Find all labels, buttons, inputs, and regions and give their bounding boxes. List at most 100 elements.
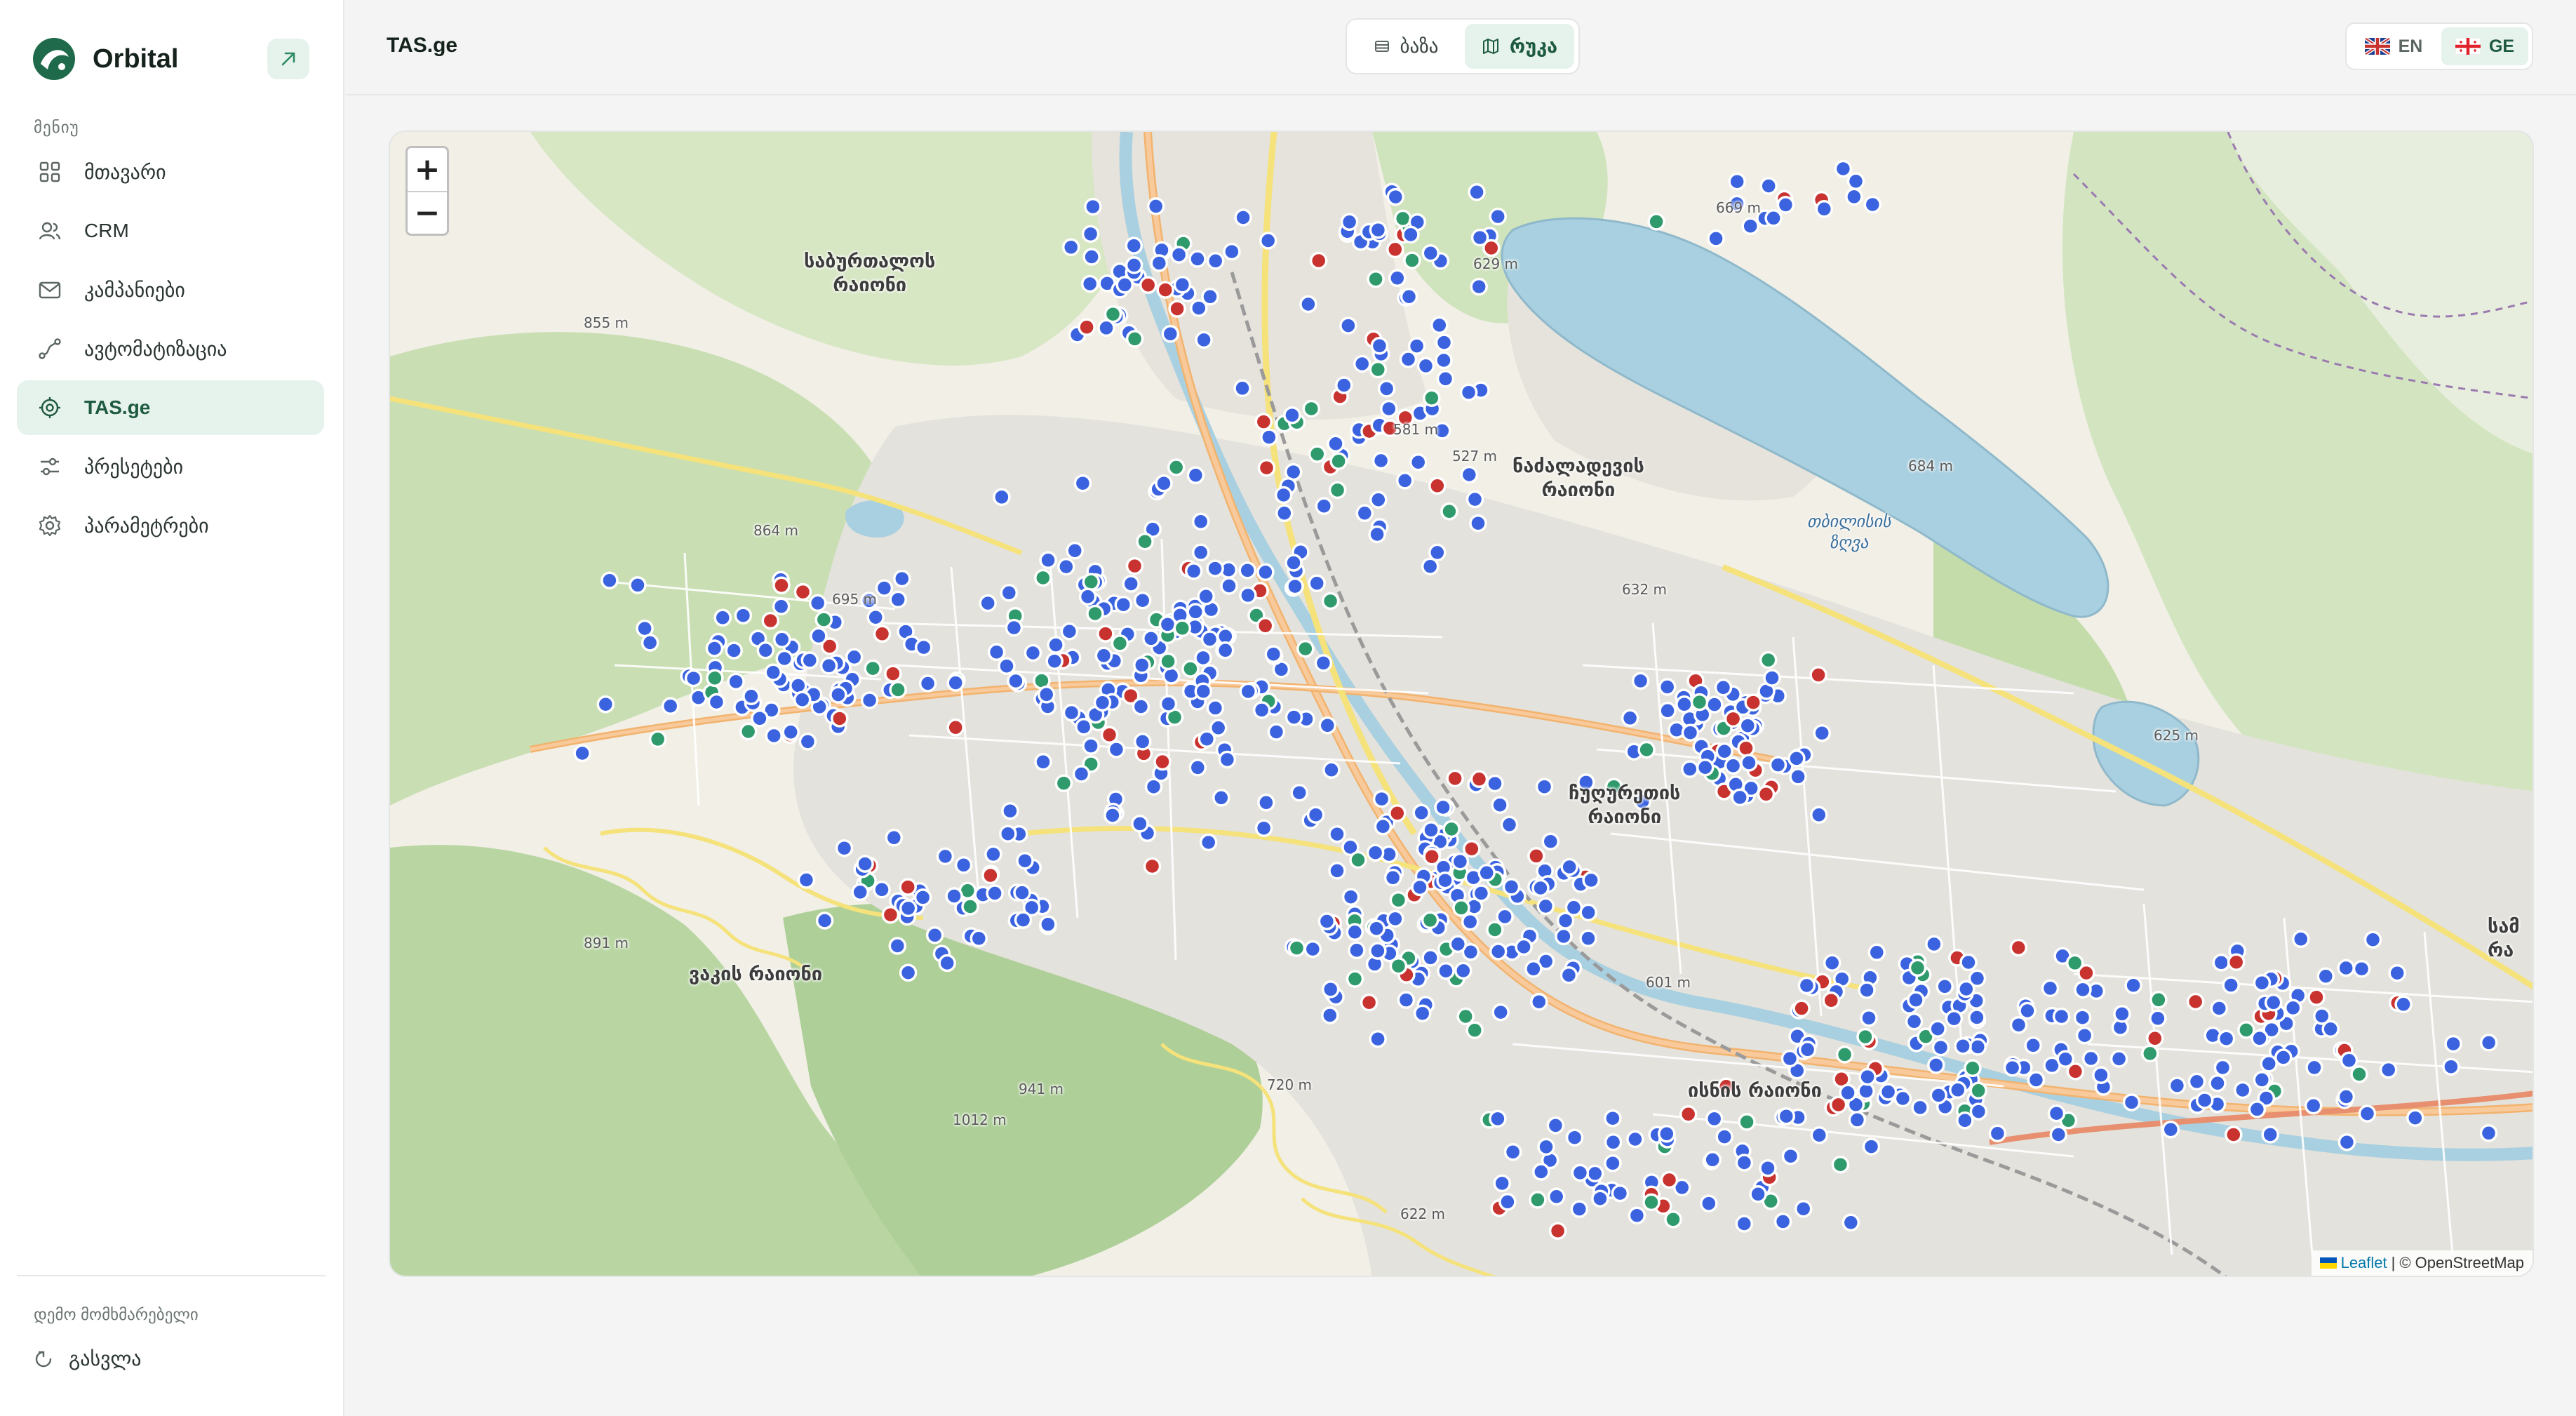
tender-marker[interactable] bbox=[1329, 452, 1348, 470]
tender-marker[interactable] bbox=[1848, 1111, 1867, 1129]
tender-marker[interactable] bbox=[1531, 879, 1550, 897]
tender-marker[interactable] bbox=[1173, 276, 1192, 294]
tender-marker[interactable] bbox=[1267, 723, 1286, 741]
tender-marker[interactable] bbox=[1548, 1222, 1567, 1240]
tender-marker[interactable] bbox=[1532, 1163, 1550, 1181]
tender-marker[interactable] bbox=[1637, 740, 1656, 759]
tender-marker[interactable] bbox=[1705, 1109, 1724, 1128]
tender-marker[interactable] bbox=[1472, 884, 1491, 902]
tender-marker[interactable] bbox=[1024, 643, 1042, 662]
tender-marker[interactable] bbox=[1969, 1102, 1988, 1121]
tender-marker[interactable] bbox=[1078, 318, 1096, 336]
tender-marker[interactable] bbox=[1759, 177, 1778, 195]
tender-marker[interactable] bbox=[2304, 1096, 2323, 1115]
tender-marker[interactable] bbox=[2217, 1029, 2236, 1048]
tender-marker[interactable] bbox=[1327, 434, 1345, 453]
tender-marker[interactable] bbox=[2307, 988, 2326, 1006]
tender-marker[interactable] bbox=[1367, 269, 1385, 288]
tender-marker[interactable] bbox=[1664, 1210, 1682, 1229]
tender-marker[interactable] bbox=[1386, 909, 1404, 928]
tender-marker[interactable] bbox=[1571, 1163, 1590, 1182]
tender-marker[interactable] bbox=[946, 674, 965, 692]
tender-marker[interactable] bbox=[1254, 819, 1273, 837]
leaflet-link[interactable]: Leaflet bbox=[2341, 1254, 2387, 1272]
tender-marker[interactable] bbox=[1368, 525, 1386, 544]
tender-marker[interactable] bbox=[1503, 1142, 1522, 1161]
tender-marker[interactable] bbox=[1216, 641, 1235, 660]
tender-marker[interactable] bbox=[2074, 980, 2092, 999]
tender-marker[interactable] bbox=[1731, 788, 1749, 807]
tender-marker[interactable] bbox=[1498, 1193, 1517, 1211]
tender-marker[interactable] bbox=[2253, 1071, 2272, 1089]
tender-marker[interactable] bbox=[899, 878, 917, 896]
tender-marker[interactable] bbox=[1621, 709, 1639, 728]
tender-marker[interactable] bbox=[885, 829, 904, 847]
tender-marker[interactable] bbox=[1206, 559, 1224, 577]
tender-marker[interactable] bbox=[1867, 943, 1886, 962]
tender-marker[interactable] bbox=[1397, 991, 1416, 1009]
tender-marker[interactable] bbox=[1161, 325, 1180, 343]
tender-marker[interactable] bbox=[1054, 774, 1073, 792]
tender-marker[interactable] bbox=[2264, 994, 2283, 1012]
tender-marker[interactable] bbox=[946, 718, 965, 737]
tender-marker[interactable] bbox=[1302, 399, 1321, 418]
tender-marker[interactable] bbox=[1274, 486, 1293, 505]
tender-marker[interactable] bbox=[1084, 197, 1102, 216]
tender-marker[interactable] bbox=[640, 634, 659, 652]
tender-marker[interactable] bbox=[1585, 1164, 1604, 1183]
tender-marker[interactable] bbox=[1957, 980, 1975, 998]
tender-marker[interactable] bbox=[1060, 622, 1079, 641]
sidebar-item-campaigns[interactable]: კამპანიები bbox=[17, 262, 324, 317]
tender-marker[interactable] bbox=[1039, 915, 1057, 934]
osm-attribution[interactable]: © OpenStreetMap bbox=[2399, 1254, 2524, 1272]
tender-marker[interactable] bbox=[1369, 942, 1387, 960]
tender-marker[interactable] bbox=[1794, 1199, 1813, 1218]
tender-marker[interactable] bbox=[1328, 862, 1346, 880]
tender-marker[interactable] bbox=[1143, 857, 1162, 876]
view-map-button[interactable]: რუკა bbox=[1465, 24, 1574, 69]
tender-marker[interactable] bbox=[1039, 551, 1057, 570]
tender-marker[interactable] bbox=[1454, 961, 1473, 980]
tender-marker[interactable] bbox=[1186, 603, 1205, 621]
sidebar-item-home[interactable]: მთავარი bbox=[17, 145, 324, 199]
tender-marker[interactable] bbox=[1604, 1133, 1623, 1151]
tender-marker[interactable] bbox=[888, 937, 907, 955]
tender-marker[interactable] bbox=[1735, 1154, 1754, 1172]
tender-marker[interactable] bbox=[884, 664, 902, 683]
tender-marker[interactable] bbox=[1349, 850, 1367, 869]
tender-marker[interactable] bbox=[1749, 1185, 1767, 1203]
tender-marker[interactable] bbox=[2212, 954, 2231, 972]
tender-marker[interactable] bbox=[856, 855, 874, 873]
tender-marker[interactable] bbox=[1707, 229, 1725, 248]
tender-marker[interactable] bbox=[1206, 699, 1225, 717]
collapse-sidebar-button[interactable] bbox=[267, 39, 309, 79]
tender-marker[interactable] bbox=[2479, 1124, 2498, 1142]
tender-marker[interactable] bbox=[2379, 1060, 2398, 1079]
tender-marker[interactable] bbox=[797, 871, 816, 889]
tender-marker[interactable] bbox=[1529, 1191, 1547, 1209]
tender-marker[interactable] bbox=[2210, 999, 2229, 1017]
tender-marker[interactable] bbox=[1759, 1158, 1777, 1177]
tender-marker[interactable] bbox=[1047, 636, 1065, 654]
tender-marker[interactable] bbox=[648, 730, 667, 749]
tender-marker[interactable] bbox=[727, 672, 745, 691]
tender-marker[interactable] bbox=[1037, 686, 1056, 704]
tender-marker[interactable] bbox=[1369, 360, 1388, 379]
tender-marker[interactable] bbox=[1591, 1189, 1609, 1208]
tender-marker[interactable] bbox=[2009, 938, 2028, 957]
tender-marker[interactable] bbox=[914, 638, 933, 657]
tender-marker[interactable] bbox=[1194, 682, 1213, 700]
tender-marker[interactable] bbox=[1299, 295, 1317, 314]
tender-marker[interactable] bbox=[873, 881, 891, 899]
tender-marker[interactable] bbox=[1409, 453, 1428, 472]
tender-marker[interactable] bbox=[1318, 716, 1337, 735]
tender-marker[interactable] bbox=[2161, 1120, 2180, 1139]
tender-marker[interactable] bbox=[798, 733, 817, 751]
tender-marker[interactable] bbox=[1988, 1124, 2007, 1142]
tender-marker[interactable] bbox=[1857, 1082, 1875, 1100]
tender-marker[interactable] bbox=[1422, 821, 1440, 839]
tender-marker[interactable] bbox=[1346, 970, 1364, 988]
tender-marker[interactable] bbox=[1383, 869, 1402, 887]
tender-marker[interactable] bbox=[756, 641, 775, 660]
tender-marker[interactable] bbox=[1321, 980, 1340, 998]
